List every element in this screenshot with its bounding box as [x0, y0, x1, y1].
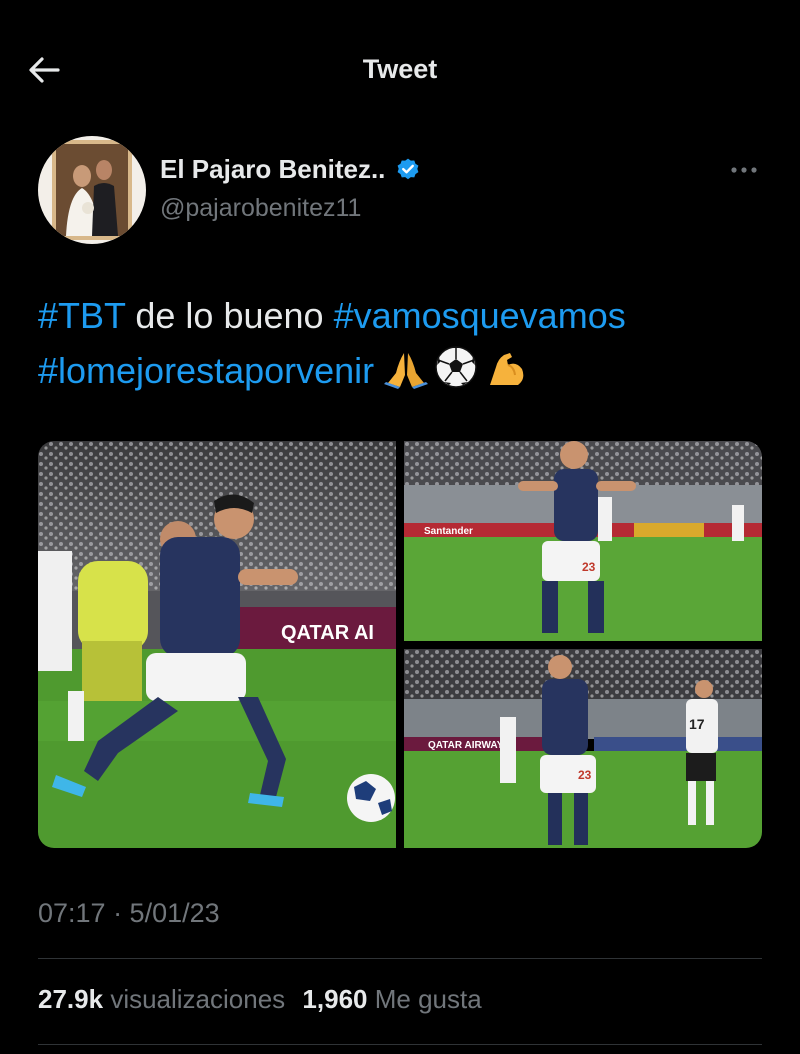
- hashtag-link[interactable]: #vamosquevamos: [334, 295, 626, 336]
- divider: [38, 1044, 762, 1045]
- tweet-photo-1[interactable]: QATAR AI: [38, 441, 396, 848]
- tweet-timestamp[interactable]: 07:17 · 5/01/23: [38, 898, 220, 929]
- ad-board-text: Santander: [424, 526, 473, 537]
- soccer-ball-emoji: [435, 346, 477, 388]
- tweet-stats: 27.9k visualizaciones 1,960 Me gusta: [38, 984, 482, 1015]
- media-grid: QATAR AI Santander 23 QATAR AIRWAYS 23 1…: [38, 441, 762, 848]
- views-stat[interactable]: 27.9k visualizaciones: [38, 984, 292, 1014]
- author-handle[interactable]: @pajarobenitez11: [160, 194, 361, 223]
- hashtag-link[interactable]: #TBT: [38, 295, 125, 336]
- photo-3-image: QATAR AIRWAYS 23 17: [404, 649, 762, 848]
- praying-hands-emoji: [384, 353, 429, 389]
- likes-count: 1,960: [302, 984, 368, 1014]
- more-options-button[interactable]: [726, 160, 766, 180]
- divider: [38, 958, 762, 959]
- verified-badge-icon: [398, 158, 419, 179]
- top-bar: Tweet: [0, 0, 800, 140]
- more-dots-icon: [731, 167, 757, 173]
- likes-stat[interactable]: 1,960 Me gusta: [302, 984, 481, 1014]
- flexed-biceps-emoji: [490, 353, 524, 385]
- author-display-name[interactable]: El Pajaro Benitez..: [160, 154, 385, 185]
- page-title: Tweet: [362, 54, 438, 84]
- shirt-number: 23: [582, 560, 596, 574]
- photo-1-image: QATAR AI: [38, 441, 396, 848]
- avatar-photo: [38, 136, 146, 244]
- tweet-text-segment: de lo bueno: [125, 295, 334, 336]
- views-count: 27.9k: [38, 984, 104, 1014]
- views-label: visualizaciones: [110, 984, 286, 1014]
- photo-2-image: Santander 23: [404, 441, 762, 641]
- likes-label: Me gusta: [374, 984, 482, 1014]
- tweet-text: #TBT de lo bueno #vamosquevamos #lomejor…: [38, 288, 768, 398]
- author-name-row[interactable]: El Pajaro Benitez..: [160, 154, 421, 185]
- ad-board-text: QATAR AIRWAYS: [428, 740, 510, 751]
- ad-board-text: QATAR AI: [281, 622, 374, 644]
- hashtag-link[interactable]: #lomejorestaporvenir: [38, 350, 374, 391]
- tweet-photo-2[interactable]: Santander 23: [404, 441, 762, 641]
- shirt-number: 23: [578, 768, 592, 782]
- author-avatar[interactable]: [38, 136, 146, 244]
- opponent-shirt-number: 17: [689, 716, 705, 732]
- tweet-photo-3[interactable]: QATAR AIRWAYS 23 17: [404, 649, 762, 848]
